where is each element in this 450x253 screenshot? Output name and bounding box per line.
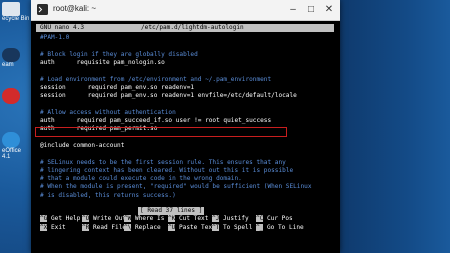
shortcut-item[interactable]: ^X Exit <box>40 224 66 232</box>
shortcut-label: Get Help <box>47 215 81 222</box>
shortcut-item[interactable]: ^G Get Help <box>40 215 80 223</box>
shortcut-item[interactable]: ^O Write Out <box>82 215 126 223</box>
shortcut-item[interactable]: ^C Cur Pos <box>256 215 293 223</box>
shortcut-item[interactable]: ^R Read File <box>82 224 126 232</box>
terminal-icon <box>37 4 48 15</box>
comment-line: # Allow access without authentication <box>40 108 176 116</box>
comment-line: # Block login if they are globally disab… <box>40 50 198 58</box>
shortcut-label: Replace <box>131 224 161 231</box>
ccleaner-icon <box>2 88 20 104</box>
desktop-icon-steam[interactable]: eam <box>0 48 30 68</box>
desktop-icon-recycle-bin[interactable]: ecycle Bin <box>0 2 30 22</box>
config-line: session required pam_env.so readenv=1 <box>40 83 195 91</box>
shortcut-label: Cur Pos <box>263 215 293 222</box>
shortcut-item[interactable]: ^_ Go To Line <box>256 224 304 232</box>
comment-line: # that a module could execute code in th… <box>40 175 242 183</box>
maximize-button[interactable]: □ <box>303 2 319 17</box>
desktop-icon-version: 4.1 <box>2 154 11 160</box>
shortcut-label: Read File <box>89 224 127 231</box>
recycle-bin-icon <box>2 2 20 16</box>
config-line: auth required pam_succeed_if.so user != … <box>40 117 272 124</box>
shortcut-item[interactable]: ^J Justify <box>212 215 249 223</box>
desktop-icon-label: ecycle Bin <box>2 16 30 22</box>
desktop-icon-ccleaner[interactable] <box>0 88 30 104</box>
shortcut-label: Paste Text <box>175 224 216 231</box>
comment-line: # lingering context has been cleared. Wi… <box>40 166 294 174</box>
desktop-icon-label: eam <box>2 62 14 68</box>
comment-line: # SELinux needs to be the first session … <box>40 158 286 166</box>
config-line: session required pam_env.so readenv=1 en… <box>40 92 297 100</box>
shortcut-label: To Spell <box>219 224 253 231</box>
shortcut-item[interactable]: ^U Paste Text <box>168 224 216 232</box>
shortcut-label: Justify <box>219 215 249 222</box>
status-message: [ Read 37 lines ] <box>138 207 205 215</box>
desktop-icon-office[interactable]: eOffice 4.1 <box>0 132 30 160</box>
window-title: root@kali: ~ <box>53 4 97 13</box>
shortcut-label: Write Out <box>89 215 127 222</box>
comment-line: # When the module is present, "required"… <box>40 183 312 191</box>
shortcut-item[interactable]: ^K Cut Text <box>168 215 208 223</box>
window-titlebar[interactable]: root@kali: ~ – □ ✕ <box>31 0 340 21</box>
shortcut-item[interactable]: ^W Where Is <box>124 215 164 223</box>
comment-line: #PAM-1.0 <box>40 34 70 41</box>
minimize-button[interactable]: – <box>285 2 301 17</box>
config-line: auth requisite pam_nologin.so <box>40 58 165 66</box>
shortcut-label: Cut Text <box>175 215 209 222</box>
comment-line: # is disabled, this returns success.) <box>40 191 176 199</box>
shortcut-label: Where Is <box>131 215 165 222</box>
comment-line: # Load environment from /etc/environment… <box>40 75 272 83</box>
steam-icon <box>2 48 20 62</box>
close-button[interactable]: ✕ <box>321 2 337 17</box>
config-line: @include common-account <box>40 141 125 149</box>
office-icon <box>2 132 20 148</box>
highlight-box <box>35 127 287 137</box>
desktop-right-area <box>340 0 450 253</box>
nano-header-bar: GNU nano 4.3 /etc/pam.d/lightdm-autologi… <box>36 24 334 32</box>
shortcut-item[interactable]: ^\ Replace <box>124 224 161 232</box>
shortcut-item[interactable]: ^T To Spell <box>212 224 252 232</box>
shortcut-label: Exit <box>47 224 66 231</box>
nano-version: GNU nano 4.3 <box>40 24 85 31</box>
shortcut-label: Go To Line <box>263 224 304 231</box>
nano-filename: /etc/pam.d/lightdm-autologin <box>141 24 244 31</box>
